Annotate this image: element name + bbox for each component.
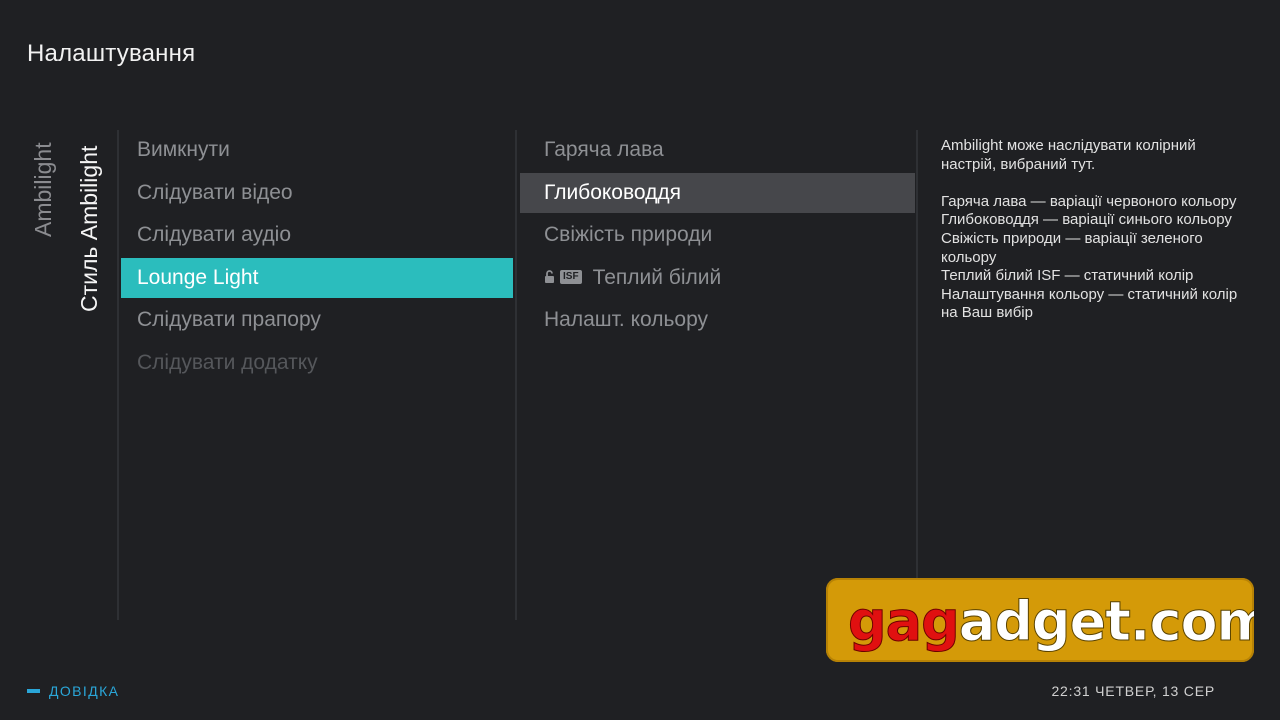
help-line: Теплий білий ISF — статичний колір [941, 267, 1194, 285]
help-line: Гаряча лава — варіації червоного кольору [941, 192, 1237, 210]
menu-item-lounge-light[interactable]: Lounge Light [121, 257, 513, 298]
page-title: Налаштування [27, 40, 196, 67]
watermark-logo-graphic: gagadget.com [848, 590, 1255, 654]
menu-item-follow-audio[interactable]: Слідувати аудіо [121, 215, 513, 255]
help-intro: Ambilight може наслідувати колірний наст… [941, 137, 1196, 173]
blue-key-indicator [27, 689, 40, 693]
breadcrumb-ambilight[interactable]: Ambilight [30, 132, 64, 312]
menu-item-follow-flag[interactable]: Слідувати прапору [121, 300, 513, 340]
help-line: Налаштування кольору — статичний колір н… [941, 285, 1238, 322]
menu-item-warm-white[interactable]: ISF Теплий білий [520, 258, 915, 298]
help-button-label: ДОВІДКА [49, 683, 120, 699]
ambilight-style-menu: Вимкнути Слідувати відео Слідувати аудіо… [121, 130, 513, 386]
help-button[interactable]: ДОВІДКА [27, 683, 119, 699]
clock: 22:31 ЧЕТВЕР, 13 СЕР [1051, 683, 1215, 699]
breadcrumb-ambilight-style-label: Стиль Ambilight [76, 145, 102, 312]
column-divider [515, 130, 517, 620]
menu-item-custom-color[interactable]: Налашт. кольору [520, 300, 915, 340]
menu-item-fresh-nature[interactable]: Свіжість природи [520, 215, 915, 255]
menu-item-deep-water[interactable]: Глибоководдя [520, 172, 915, 213]
help-panel: Ambilight може наслідувати колірний наст… [941, 137, 1241, 323]
menu-item-follow-video[interactable]: Слідувати відео [121, 173, 513, 213]
isf-badge: ISF [560, 269, 582, 284]
help-line: Свіжість природи — варіації зеленого кол… [941, 229, 1203, 266]
menu-item-off[interactable]: Вимкнути [121, 130, 513, 170]
lounge-light-menu: Гаряча лава Глибоководдя Свіжість природ… [520, 130, 915, 343]
column-divider [916, 130, 918, 580]
settings-screen: Налаштування Ambilight Стиль Ambilight В… [0, 0, 1280, 720]
help-line: Глибоководдя — варіації синього кольору [941, 211, 1232, 229]
menu-item-follow-app: Слідувати додатку [137, 350, 318, 374]
column-divider [117, 130, 119, 620]
lock-open-icon [544, 257, 556, 297]
breadcrumb-ambilight-style[interactable]: Стиль Ambilight [76, 132, 110, 312]
watermark-logo: gagadget.com [826, 578, 1254, 662]
menu-item-warm-white-label: Теплий білий [592, 265, 722, 289]
menu-item-hot-lava[interactable]: Гаряча лава [520, 130, 915, 170]
svg-text:gagadget.com: gagadget.com [848, 590, 1254, 653]
breadcrumb-ambilight-label: Ambilight [30, 142, 56, 237]
